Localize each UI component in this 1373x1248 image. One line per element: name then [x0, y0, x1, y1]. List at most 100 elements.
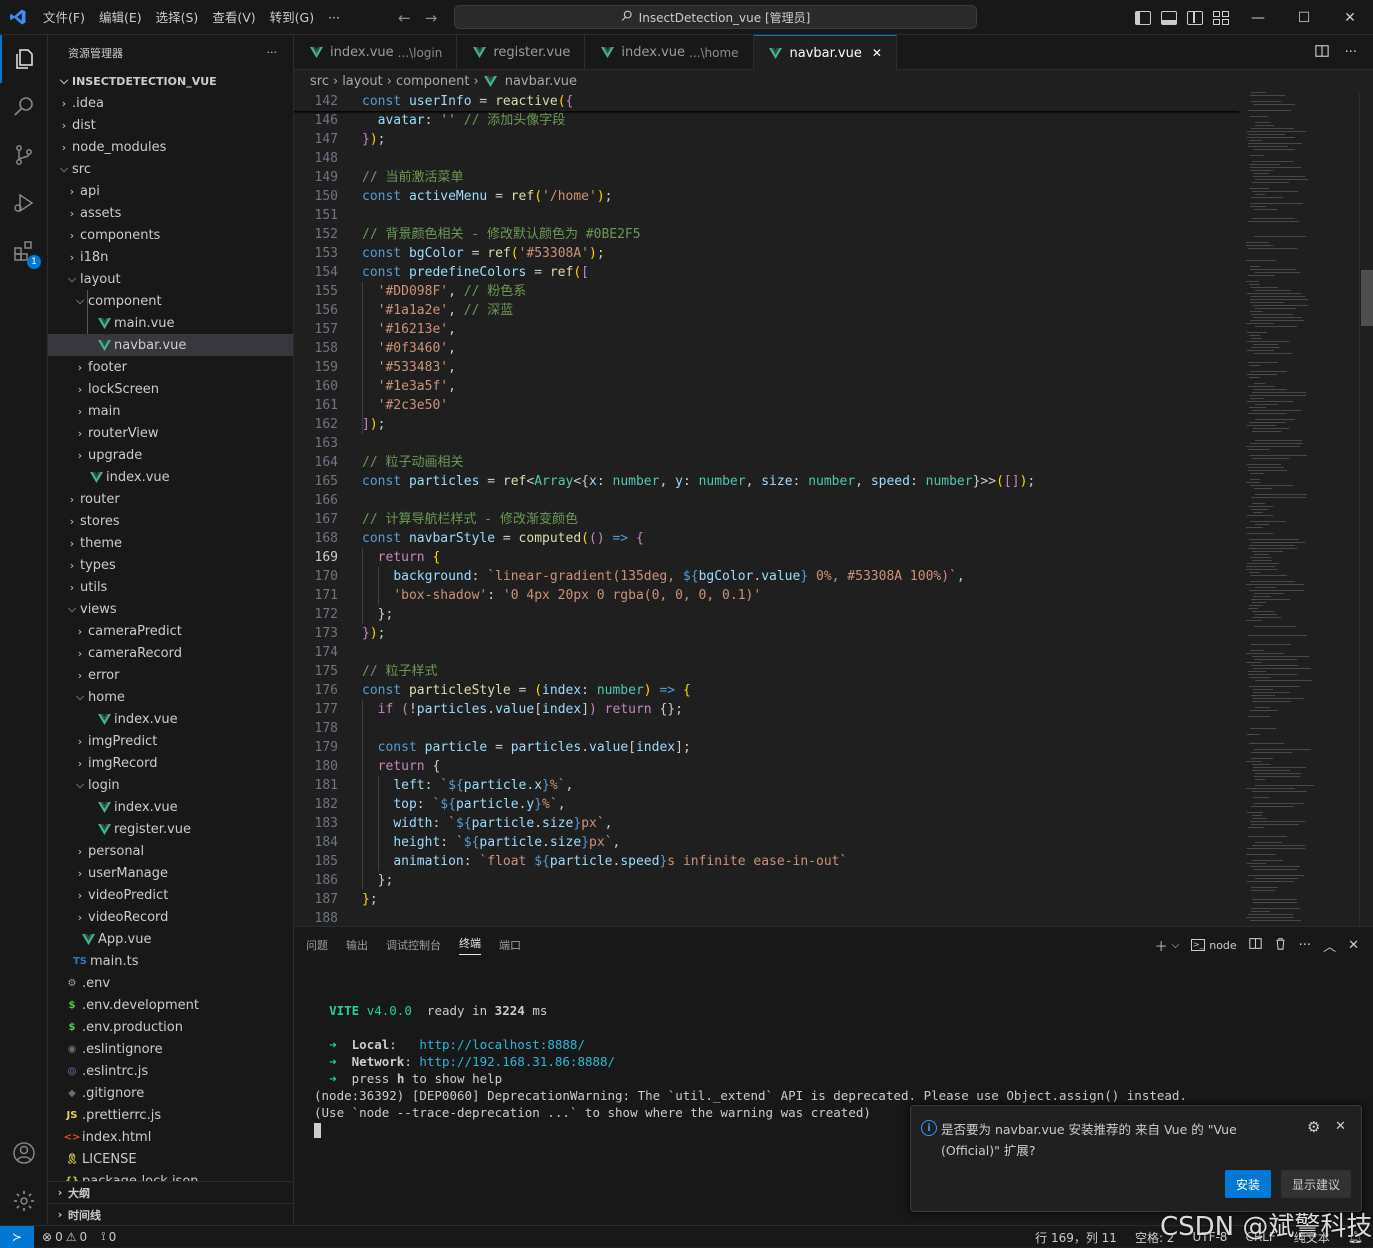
code-line[interactable]: return {: [362, 548, 441, 567]
minimap[interactable]: [1240, 92, 1360, 926]
tree-folder[interactable]: ⌵ views: [48, 598, 293, 620]
menu-item[interactable]: 选择(S): [149, 0, 206, 35]
code-line[interactable]: // 当前激活菜单: [362, 168, 463, 187]
workspace-root[interactable]: ⌵ INSECTDETECTION_VUE: [48, 70, 293, 92]
code-line[interactable]: '#533483',: [362, 358, 456, 377]
code-line[interactable]: const activeMenu = ref('/home');: [362, 187, 613, 206]
outline-section[interactable]: › 大纲: [48, 1181, 293, 1203]
notification-settings-gear-icon[interactable]: ⚙: [1307, 1118, 1320, 1136]
close-window-icon[interactable]: ✕: [1327, 0, 1373, 35]
code-line[interactable]: const bgColor = ref('#53308A');: [362, 244, 605, 263]
tree-folder[interactable]: ⌵ home: [48, 686, 293, 708]
code-line[interactable]: return {: [362, 757, 441, 776]
menu-item[interactable]: 文件(F): [36, 0, 92, 35]
tree-file[interactable]: 🎗︎ LICENSE: [48, 1148, 293, 1170]
local-url-link[interactable]: http://localhost:8888/: [419, 1037, 585, 1052]
code-line[interactable]: '#DD098F', // 粉色系: [362, 282, 527, 301]
tree-file[interactable]: $ .env.production: [48, 1016, 293, 1038]
tree-file[interactable]: JS .prettierrc.js: [48, 1104, 293, 1126]
search-view-icon[interactable]: [0, 83, 48, 131]
tree-folder[interactable]: › userManage: [48, 862, 293, 884]
tree-folder[interactable]: › imgRecord: [48, 752, 293, 774]
trash-icon[interactable]: [1274, 937, 1287, 954]
tree-folder[interactable]: › lockScreen: [48, 378, 293, 400]
panel-tab[interactable]: 输出: [346, 937, 368, 953]
tree-folder[interactable]: › i18n: [48, 246, 293, 268]
ports-indicator[interactable]: ⟟ 0: [101, 1229, 116, 1244]
tree-file[interactable]: App.vue: [48, 928, 293, 950]
toggle-primary-sidebar-icon[interactable]: [1135, 10, 1151, 25]
tree-folder[interactable]: ⌵ layout: [48, 268, 293, 290]
code-line[interactable]: const particles = ref<Array<{x: number, …: [362, 472, 1035, 491]
menu-item[interactable]: 编辑(E): [92, 0, 149, 35]
editor-tab[interactable]: index.vue ...\home: [585, 35, 754, 70]
chevron-down-icon[interactable]: ⌵: [1172, 940, 1180, 951]
tree-folder[interactable]: › upgrade: [48, 444, 293, 466]
tree-file[interactable]: ◎ .eslintrc.js: [48, 1060, 293, 1082]
tree-folder[interactable]: › router: [48, 488, 293, 510]
tree-folder[interactable]: › .idea: [48, 92, 293, 114]
tree-folder[interactable]: › videoPredict: [48, 884, 293, 906]
code-line[interactable]: if (!particles.value[index]) return {};: [362, 700, 683, 719]
tree-file[interactable]: index.vue: [48, 708, 293, 730]
close-panel-icon[interactable]: ✕: [1348, 938, 1359, 953]
tree-folder[interactable]: › videoRecord: [48, 906, 293, 928]
code-line[interactable]: height: `${particle.size}px`,: [362, 833, 620, 852]
tree-folder[interactable]: › types: [48, 554, 293, 576]
minimize-icon[interactable]: —: [1235, 0, 1281, 35]
editor-tab[interactable]: index.vue ...\login: [294, 35, 458, 70]
breadcrumb-item[interactable]: component: [396, 74, 470, 89]
tree-folder[interactable]: › personal: [48, 840, 293, 862]
code-line[interactable]: // 粒子动画相关: [362, 453, 463, 472]
tree-file[interactable]: <> index.html: [48, 1126, 293, 1148]
back-arrow-icon[interactable]: ←: [398, 9, 411, 27]
tree-file[interactable]: register.vue: [48, 818, 293, 840]
code-line[interactable]: };: [362, 890, 378, 909]
tree-folder[interactable]: › main: [48, 400, 293, 422]
tree-folder[interactable]: › cameraPredict: [48, 620, 293, 642]
toggle-secondary-sidebar-icon[interactable]: [1187, 10, 1203, 25]
code-editor[interactable]: 142 const userInfo = reactive({146 avatar…: [294, 92, 1359, 926]
explorer-more-icon[interactable]: ···: [267, 46, 278, 59]
breadcrumb-item[interactable]: navbar.vue: [505, 74, 577, 89]
scrollbar-thumb[interactable]: [1361, 270, 1373, 326]
tree-folder[interactable]: › imgPredict: [48, 730, 293, 752]
tree-folder[interactable]: ⌵ src: [48, 158, 293, 180]
tree-file[interactable]: $ .env.development: [48, 994, 293, 1016]
code-line[interactable]: top: `${particle.y}%`,: [362, 795, 565, 814]
code-line[interactable]: '#1e3a5f',: [362, 377, 456, 396]
code-line[interactable]: '#16213e',: [362, 320, 456, 339]
code-line[interactable]: const particleStyle = (index: number) =>…: [362, 681, 691, 700]
editor-tab[interactable]: register.vue: [457, 35, 586, 70]
editor-scrollbar[interactable]: [1359, 92, 1373, 926]
menu-item[interactable]: ···: [321, 0, 347, 35]
code-line[interactable]: left: `${particle.x}%`,: [362, 776, 573, 795]
tree-folder[interactable]: › utils: [48, 576, 293, 598]
tree-file[interactable]: index.vue: [48, 466, 293, 488]
tree-folder[interactable]: ⌵ login: [48, 774, 293, 796]
extensions-icon[interactable]: 1: [0, 227, 48, 275]
code-line[interactable]: // 背景颜色相关 - 修改默认颜色为 #0BE2F5: [362, 225, 641, 244]
toggle-panel-icon[interactable]: [1161, 10, 1177, 25]
panel-more-icon[interactable]: ···: [1299, 938, 1311, 953]
menu-item[interactable]: 查看(V): [205, 0, 262, 35]
code-line[interactable]: '#0f3460',: [362, 339, 456, 358]
code-line[interactable]: };: [362, 605, 394, 624]
forward-arrow-icon[interactable]: →: [425, 9, 438, 27]
code-line[interactable]: };: [362, 871, 394, 890]
tree-folder[interactable]: › api: [48, 180, 293, 202]
tree-file[interactable]: ◆ .gitignore: [48, 1082, 293, 1104]
new-terminal-icon[interactable]: ＋: [1155, 936, 1168, 955]
maximize-icon[interactable]: ☐: [1281, 0, 1327, 35]
code-line[interactable]: width: `${particle.size}px`,: [362, 814, 612, 833]
maximize-panel-icon[interactable]: ︿: [1323, 936, 1336, 955]
cursor-position[interactable]: 行 169，列 11: [1035, 1229, 1117, 1246]
split-terminal-icon[interactable]: [1248, 937, 1262, 954]
install-button[interactable]: 安装: [1225, 1170, 1271, 1198]
editor-tab[interactable]: navbar.vue ✕: [753, 35, 897, 70]
remote-indicator-icon[interactable]: ≻: [0, 1225, 34, 1248]
command-center-search[interactable]: InsectDetection_vue [管理员]: [454, 5, 977, 29]
editor-more-icon[interactable]: ···: [1345, 45, 1357, 60]
tree-folder[interactable]: › footer: [48, 356, 293, 378]
code-line[interactable]: const userInfo = reactive({: [362, 92, 573, 111]
